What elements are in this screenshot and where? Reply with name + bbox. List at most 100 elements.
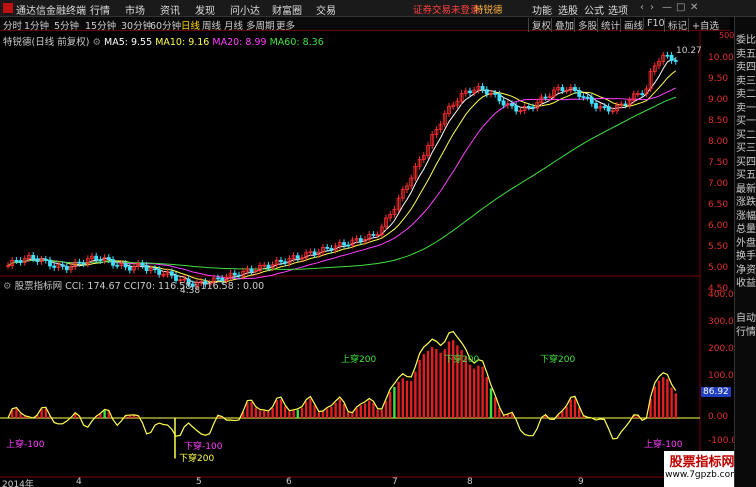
period-1min[interactable]: 1分钟 [24, 18, 49, 32]
cci-bar [473, 368, 476, 418]
menu-trade[interactable]: 交易 [316, 2, 336, 17]
period-more[interactable]: 更多 [276, 18, 295, 32]
overlay-button[interactable]: 叠加 [551, 18, 574, 32]
menu-wealth[interactable]: 财富圈 [272, 2, 302, 17]
candle-body [640, 93, 645, 95]
candle-body [560, 87, 565, 92]
period-15min[interactable]: 15分钟 [85, 18, 116, 32]
sidebar-item-earnings[interactable]: 收益 [736, 274, 756, 289]
cci-bar [418, 359, 421, 418]
candle-body [279, 259, 283, 263]
adjust-button[interactable]: 复权 [528, 18, 551, 32]
f10-button[interactable]: F10 [643, 18, 665, 29]
cci-bar [439, 352, 442, 418]
login-warning[interactable]: 证券交易未登录 [413, 2, 480, 16]
date-tick: 8 [467, 477, 473, 487]
cci-bar [422, 354, 425, 418]
cci-bar [674, 393, 677, 418]
annotation-up-cross-neg100: 上穿-100 [644, 440, 683, 450]
price-tick: 6.00 [708, 221, 729, 231]
ma60-line [7, 96, 676, 270]
period-weekly[interactable]: 周线 [202, 18, 221, 32]
top-right-value: 500 [719, 31, 735, 40]
draw-line-button[interactable]: 画线 [620, 18, 643, 32]
date-tick: 4 [76, 477, 82, 487]
cci-bar [502, 415, 505, 418]
candle-body [98, 259, 103, 262]
statistics-button[interactable]: 统计 [597, 18, 620, 32]
period-timeshare[interactable]: 分时 [3, 18, 22, 32]
menu-formula[interactable]: 公式 [584, 2, 604, 17]
period-30min[interactable]: 30分钟 [121, 18, 152, 32]
date-tick: 2014年 [2, 480, 34, 487]
cci-bar [279, 399, 283, 418]
candle-body [573, 86, 577, 91]
menu-quotes[interactable]: 行情 [90, 2, 110, 17]
cci-bar [254, 407, 257, 418]
current-cci-value: 86.92 [701, 387, 731, 397]
cci-bar [666, 378, 669, 418]
cci-bar [275, 400, 278, 418]
cci-bar [342, 403, 346, 418]
menu-discover[interactable]: 发现 [195, 2, 215, 17]
cci-bar [485, 376, 488, 418]
indicator-settings-icon[interactable]: ⚙ [3, 281, 12, 292]
candle-body [585, 96, 590, 99]
candle-body [329, 247, 334, 251]
cci-bar [573, 398, 577, 418]
cci-bar [397, 381, 400, 418]
indicator-legend: ⚙ 股票指标网 CCI: 174.67 CCI70: 116.58 : 116.… [3, 278, 264, 292]
period-daily[interactable]: 日线 [181, 18, 200, 32]
menu-stock-select[interactable]: 选股 [558, 2, 578, 17]
cci-bar [506, 414, 509, 418]
period-5min[interactable]: 5分钟 [54, 18, 79, 32]
menu-ask[interactable]: 问小达 [230, 2, 260, 17]
cci-bar [468, 364, 472, 418]
cci-bar [271, 407, 274, 418]
cci-bar [338, 399, 341, 418]
stock-name: 特锐德 [474, 5, 503, 16]
price-tick: 8.00 [708, 137, 729, 147]
candle-body [144, 265, 149, 271]
candle-body [140, 262, 145, 266]
annotation-down-cross-neg100: 下穿-100 [184, 442, 223, 452]
candle-body [497, 93, 502, 102]
period-60min[interactable]: 60分钟 [150, 18, 181, 32]
candle-body [623, 103, 628, 106]
minimize-icon[interactable]: — [662, 2, 672, 13]
period-multi[interactable]: 多周期 [246, 18, 275, 32]
menu-functions[interactable]: 功能 [532, 2, 552, 17]
cci-bar [292, 410, 295, 418]
cci-bar [321, 411, 325, 418]
add-watchlist-button[interactable]: +自选 [688, 18, 719, 32]
cci-bar [363, 403, 367, 418]
cci-bar [296, 409, 299, 418]
menu-market[interactable]: 市场 [125, 2, 145, 17]
candle-body [531, 106, 535, 109]
cci-bar [368, 400, 371, 418]
maximize-icon[interactable]: □ [676, 2, 685, 13]
cci-bar [426, 350, 430, 418]
high-price-label: 10.27 [676, 46, 702, 56]
cci-bar [372, 402, 375, 418]
cci-bar [384, 400, 388, 418]
sidebar-item-quote[interactable]: 行情 [736, 323, 756, 338]
mark-button[interactable]: 标记 [664, 18, 687, 32]
menu-news[interactable]: 资讯 [160, 2, 180, 17]
period-monthly[interactable]: 月线 [224, 18, 243, 32]
menu-options[interactable]: 选项 [608, 2, 628, 17]
cci-bar [284, 406, 287, 418]
chevron-left-icon[interactable]: ‹ [640, 2, 644, 13]
close-icon[interactable]: ✕ [690, 2, 698, 13]
cci-label: CCI: 174.67 [65, 281, 121, 292]
candle-body [493, 92, 498, 95]
cci-bar [393, 386, 396, 418]
chevron-right-icon[interactable]: › [650, 2, 654, 13]
annotation-down-cross-200: 下穿200 [540, 355, 576, 365]
candle-body [484, 89, 489, 95]
kline-chart[interactable] [0, 31, 734, 487]
cci-bar [435, 348, 438, 418]
multi-stock-button[interactable]: 多股 [574, 18, 597, 32]
candle-body [312, 251, 317, 255]
cci70-label: CCI70: 116.58 : 116.58 : 0.00 [123, 281, 265, 292]
